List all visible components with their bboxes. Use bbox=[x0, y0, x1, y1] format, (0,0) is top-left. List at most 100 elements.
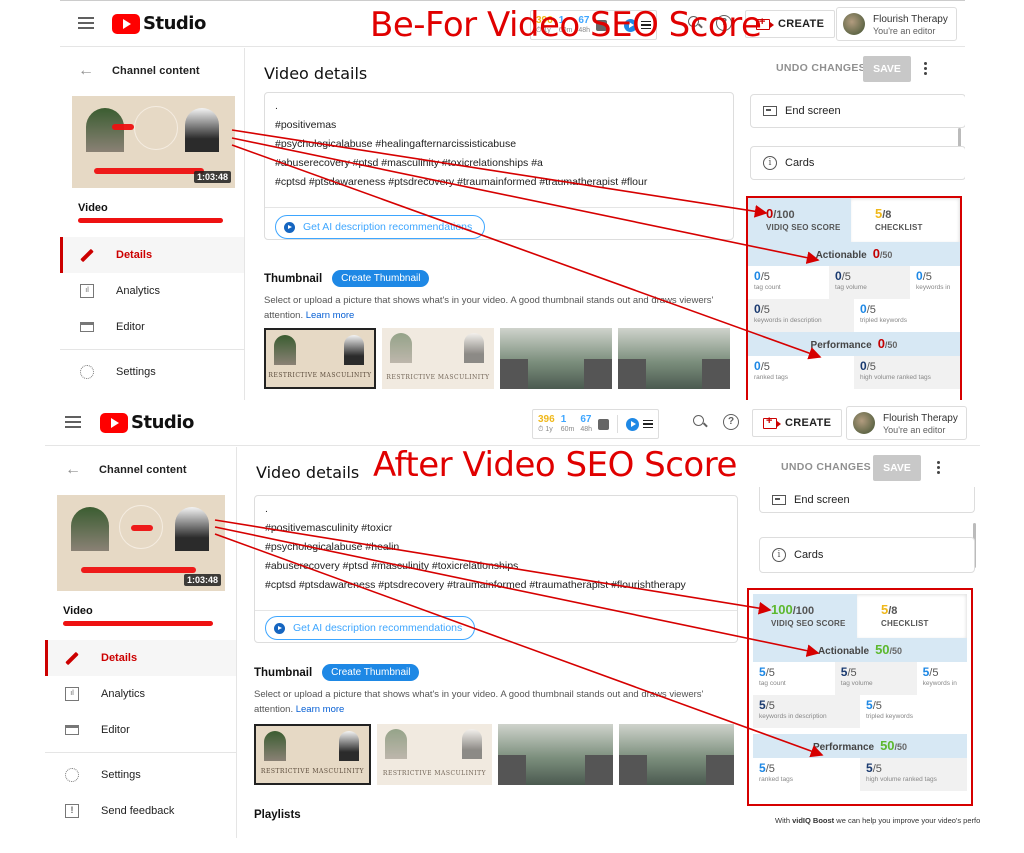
youtube-studio-logo[interactable]: Studio bbox=[112, 13, 206, 34]
metric-keywords-in-title: 5/5 keywords in bbox=[916, 662, 967, 695]
sidebar-item-settings[interactable]: Settings bbox=[60, 354, 244, 390]
help-icon[interactable]: ? bbox=[723, 414, 739, 430]
vidiq-logo-icon bbox=[284, 221, 295, 233]
pencil-icon bbox=[80, 248, 94, 262]
thumbnail-heading: Thumbnail bbox=[254, 666, 313, 679]
vidiq-logo-icon[interactable] bbox=[626, 417, 639, 431]
thumbnail-option[interactable] bbox=[618, 328, 730, 389]
right-panel: UNDO CHANGES SAVE End screen i Cards 0/10… bbox=[744, 48, 965, 400]
after-screenshot: Studio 396⏱ 1y 160m 6748h ? CREATE Flour… bbox=[45, 400, 980, 838]
create-button[interactable]: CREATE bbox=[752, 409, 843, 437]
youtube-studio-logo[interactable]: Studio bbox=[100, 412, 194, 433]
tab-checklist[interactable]: 5/8 CHECKLIST bbox=[851, 198, 960, 242]
create-thumbnail-button[interactable]: Create Thumbnail bbox=[322, 664, 420, 681]
description-box[interactable]: . #positivemas #psychologicalabuse #heal… bbox=[264, 92, 734, 240]
thumbnail-option[interactable] bbox=[498, 724, 613, 785]
save-button[interactable]: SAVE bbox=[863, 56, 911, 82]
redacted-video-title bbox=[63, 621, 213, 626]
sidebar-item-details[interactable]: Details bbox=[60, 237, 244, 273]
performance-header: Performance 50/50 bbox=[753, 734, 967, 758]
sidebar-item-settings[interactable]: Settings bbox=[45, 757, 236, 793]
pencil-icon bbox=[65, 651, 79, 665]
end-screen-icon bbox=[772, 494, 786, 505]
info-icon: i bbox=[763, 156, 777, 170]
vidiq-menu-icon[interactable] bbox=[643, 418, 653, 431]
learn-more-link[interactable]: Learn more bbox=[306, 310, 355, 321]
more-options-icon[interactable] bbox=[924, 62, 928, 77]
sidebar: ← Channel content 1:03:48 Video Details … bbox=[45, 447, 237, 838]
redacted-video-title bbox=[78, 218, 223, 223]
right-panel: UNDO CHANGES SAVE End screen i Cards 100/… bbox=[747, 447, 980, 838]
avatar bbox=[853, 412, 875, 434]
youtube-play-icon bbox=[100, 412, 128, 433]
undo-changes-button[interactable]: UNDO CHANGES bbox=[776, 62, 866, 74]
redaction-mark bbox=[112, 124, 134, 130]
ai-description-button[interactable]: Get AI description recommendations bbox=[265, 616, 476, 640]
playlists-heading: Playlists bbox=[254, 809, 301, 821]
end-screen-card[interactable]: End screen bbox=[750, 94, 965, 128]
metric-tripled-keywords: 5/5 tripled keywords bbox=[860, 695, 967, 728]
sidebar-item-details[interactable]: Details bbox=[45, 640, 236, 676]
main-content: Video details . #positivemasculinity #to… bbox=[238, 447, 753, 838]
sidebar-item-analytics[interactable]: ıl Analytics bbox=[45, 676, 236, 712]
more-options-icon[interactable] bbox=[937, 461, 941, 476]
tab-vidiq-seo-score[interactable]: 100/100 VIDIQ SEO SCORE bbox=[753, 594, 857, 638]
info-icon: i bbox=[772, 548, 786, 562]
metric-tag-count: 5/5 tag count bbox=[753, 662, 835, 695]
description-text[interactable]: . #positivemasculinity #toxicr #psycholo… bbox=[255, 496, 737, 599]
video-thumbnail[interactable]: 1:03:48 bbox=[57, 495, 225, 591]
video-duration: 1:03:48 bbox=[183, 574, 221, 586]
thumbnail-help-text: Select or upload a picture that shows wh… bbox=[264, 295, 714, 321]
vidiq-logo-icon bbox=[274, 622, 285, 634]
back-arrow-icon[interactable]: ← bbox=[65, 461, 99, 479]
description-text[interactable]: . #positivemas #psychologicalabuse #heal… bbox=[265, 93, 733, 196]
thumbnail-option[interactable] bbox=[619, 724, 734, 785]
account-switcher[interactable]: Flourish Therapy You're an editor bbox=[846, 406, 967, 440]
menu-icon[interactable] bbox=[78, 17, 94, 29]
metric-tag-count: 0/5 tag count bbox=[748, 266, 830, 299]
menu-icon[interactable] bbox=[65, 416, 81, 428]
metric-high-volume-ranked-tags: 0/5 high volume ranked tags bbox=[854, 356, 960, 389]
metric-keywords-in-title: 0/5 keywords in bbox=[910, 266, 960, 299]
editor-icon bbox=[65, 725, 79, 735]
ai-description-button[interactable]: Get AI description recommendations bbox=[275, 215, 486, 239]
bar-chart-icon[interactable] bbox=[598, 418, 609, 430]
cards-card[interactable]: i Cards bbox=[759, 537, 975, 573]
main-content: Video details . #positivemas #psychologi… bbox=[246, 48, 744, 400]
undo-changes-button[interactable]: UNDO CHANGES bbox=[781, 461, 871, 473]
actionable-header: Actionable 0/50 bbox=[748, 242, 960, 266]
thumbnail-heading: Thumbnail bbox=[264, 272, 323, 285]
search-icon[interactable] bbox=[693, 415, 707, 429]
create-thumbnail-button[interactable]: Create Thumbnail bbox=[332, 270, 430, 287]
channel-content-link[interactable]: Channel content bbox=[112, 65, 200, 77]
end-screen-card[interactable]: End screen bbox=[759, 487, 975, 513]
video-thumbnail[interactable]: 1:03:48 bbox=[72, 96, 235, 188]
thumbnail-option[interactable]: RESTRICTIVE MASCULINITY bbox=[264, 328, 376, 389]
cards-card[interactable]: i Cards bbox=[750, 146, 965, 180]
sidebar-item-send-feedback[interactable]: ! Send feedback bbox=[45, 793, 236, 829]
vidiq-stats-widget[interactable]: 396 ⏱ 1y 1 60m 67 48h bbox=[532, 409, 659, 439]
description-box[interactable]: . #positivemasculinity #toxicr #psycholo… bbox=[254, 495, 738, 643]
thumbnail-help-text: Select or upload a picture that shows wh… bbox=[254, 689, 704, 715]
account-switcher[interactable]: Flourish Therapy You're an editor bbox=[836, 7, 957, 41]
thumbnail-option[interactable]: RESTRICTIVE MASCULINITY bbox=[254, 724, 371, 785]
back-arrow-icon[interactable]: ← bbox=[78, 62, 112, 80]
sidebar-item-editor[interactable]: Editor bbox=[45, 712, 236, 748]
seo-score-panel-after: 100/100 VIDIQ SEO SCORE 5/8 CHECKLIST Ac… bbox=[747, 588, 973, 806]
channel-content-link[interactable]: Channel content bbox=[99, 464, 187, 476]
sidebar-item-analytics[interactable]: ıl Analytics bbox=[60, 273, 244, 309]
metric-high-volume-ranked-tags: 5/5 high volume ranked tags bbox=[860, 758, 967, 791]
thumbnail-options: RESTRICTIVE MASCULINITY RESTRICTIVE MASC… bbox=[264, 328, 730, 389]
thumbnail-option[interactable]: RESTRICTIVE MASCULINITY bbox=[382, 328, 494, 389]
before-annotation-title: Be-For Video SEO Score bbox=[370, 5, 762, 45]
tab-vidiq-seo-score[interactable]: 0/100 VIDIQ SEO SCORE bbox=[748, 198, 851, 242]
save-button[interactable]: SAVE bbox=[873, 455, 921, 481]
seo-score-panel-before: 0/100 VIDIQ SEO SCORE 5/8 CHECKLIST Acti… bbox=[746, 196, 962, 400]
learn-more-link[interactable]: Learn more bbox=[296, 704, 345, 715]
metric-ranked-tags: 0/5 ranked tags bbox=[748, 356, 854, 389]
thumbnail-option[interactable] bbox=[500, 328, 612, 389]
thumbnail-option[interactable]: RESTRICTIVE MASCULINITY bbox=[377, 724, 492, 785]
sidebar-item-editor[interactable]: Editor bbox=[60, 309, 244, 345]
redaction-mark bbox=[94, 168, 204, 174]
tab-checklist[interactable]: 5/8 CHECKLIST bbox=[857, 594, 967, 638]
